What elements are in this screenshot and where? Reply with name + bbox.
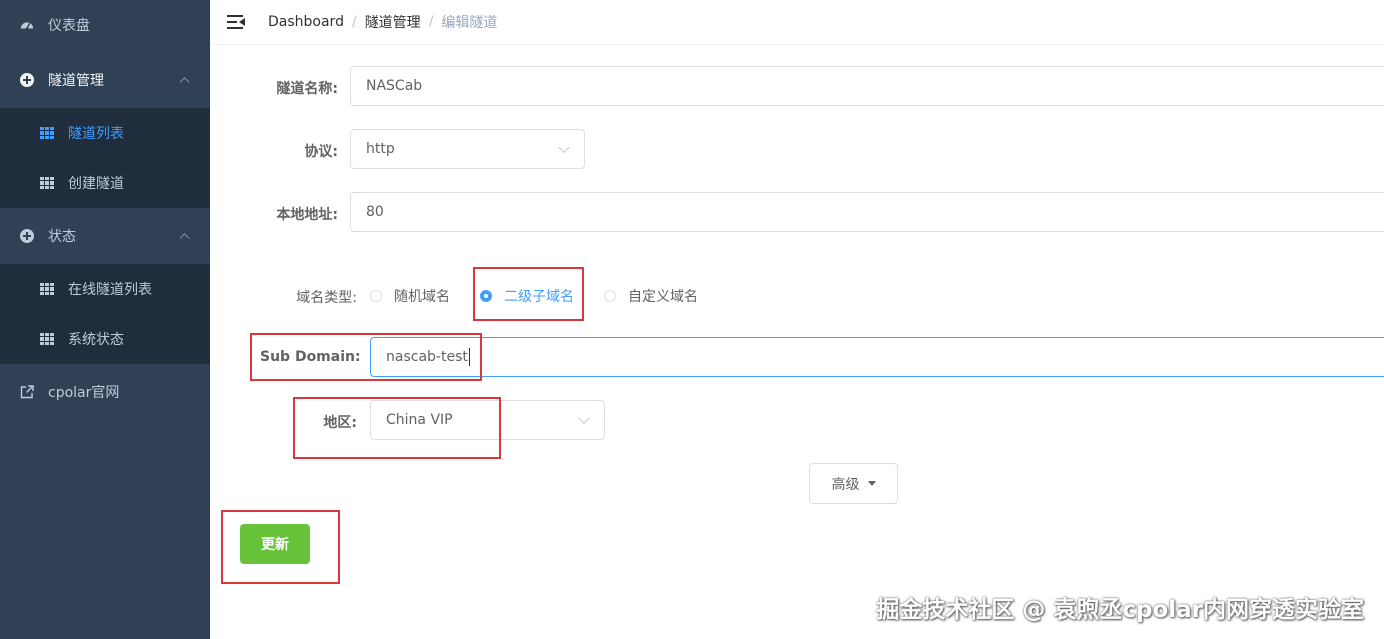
topbar: Dashboard / 隧道管理 / 编辑隧道 [210,0,1384,45]
table-icon [40,176,54,190]
subdomain-input[interactable]: nascab-test [370,337,1384,377]
local-address-value: 80 [366,204,384,220]
domain-type-label: 域名类型: [296,290,357,306]
protocol-select[interactable]: http [350,129,585,169]
breadcrumb-current: 编辑隧道 [441,15,498,31]
table-icon [40,332,54,346]
tunnel-name-input[interactable]: NASCab [350,66,1384,106]
menu-fold-icon[interactable] [227,15,245,29]
sidebar-item-online-tunnels[interactable]: 在线隧道列表 [0,264,210,314]
advanced-button[interactable]: 高级 [809,463,898,504]
breadcrumb: Dashboard / 隧道管理 / 编辑隧道 [268,12,497,32]
sidebar-item-dashboard[interactable]: 仪表盘 [0,0,210,50]
chevron-up-icon [179,233,190,244]
plus-circle-icon [20,73,34,87]
external-link-icon [20,385,34,399]
watermark-text: 掘金技术社区 @ 袁煦丞cpolar内网穿透实验室 [876,597,1364,623]
sidebar-item-label: 创建隧道 [68,176,124,192]
radio-label: 随机域名 [394,289,450,305]
sidebar-item-status[interactable]: 状态 [0,208,210,264]
sidebar-item-system-status[interactable]: 系统状态 [0,314,210,364]
local-address-input[interactable]: 80 [350,192,1384,232]
breadcrumb-home[interactable]: Dashboard [268,14,344,30]
breadcrumb-section[interactable]: 隧道管理 [365,12,421,32]
tunnel-name-label: 隧道名称: [276,81,338,97]
radio-random-domain[interactable]: 随机域名 [370,286,450,306]
sidebar-item-create-tunnel[interactable]: 创建隧道 [0,158,210,208]
breadcrumb-separator: / [428,14,434,30]
highlight-box-subdomain-radio [473,267,584,321]
sidebar-item-label: 状态 [48,229,76,245]
sidebar-item-label: cpolar官网 [48,385,120,401]
sidebar: 仪表盘 隧道管理 隧道列表 创建隧道 状态 在线隧道列表 系统状态 cpolar… [0,0,210,639]
tunnel-name-value: NASCab [366,78,423,94]
protocol-label: 协议: [304,144,338,160]
sidebar-item-label: 隧道列表 [68,126,124,142]
chevron-down-icon [558,141,570,154]
radio-circle-icon [370,290,382,302]
sidebar-item-label: 在线隧道列表 [68,282,152,298]
plus-circle-icon [20,229,34,243]
sidebar-item-label: 系统状态 [68,332,124,348]
radio-circle-icon [604,290,616,302]
radio-custom-domain[interactable]: 自定义域名 [604,286,698,306]
protocol-value: http [366,141,395,157]
table-icon [40,126,54,140]
sidebar-item-label: 隧道管理 [48,73,104,89]
chevron-down-icon [578,412,590,425]
highlight-box-region [293,397,501,459]
sidebar-item-tunnel-management[interactable]: 隧道管理 [0,52,210,108]
breadcrumb-separator: / [351,14,357,30]
sidebar-item-tunnel-list[interactable]: 隧道列表 [0,108,210,158]
table-icon [40,282,54,296]
chevron-up-icon [179,77,190,88]
highlight-box-subdomain-field [250,333,482,381]
local-address-label: 本地地址: [276,207,338,223]
sidebar-item-label: 仪表盘 [48,18,90,34]
highlight-box-update [221,510,340,584]
advanced-label: 高级 [831,476,860,493]
caret-down-icon [867,481,876,486]
radio-label: 自定义域名 [628,289,698,305]
dashboard-icon [20,18,34,32]
sidebar-item-cpolar-site[interactable]: cpolar官网 [0,364,210,420]
